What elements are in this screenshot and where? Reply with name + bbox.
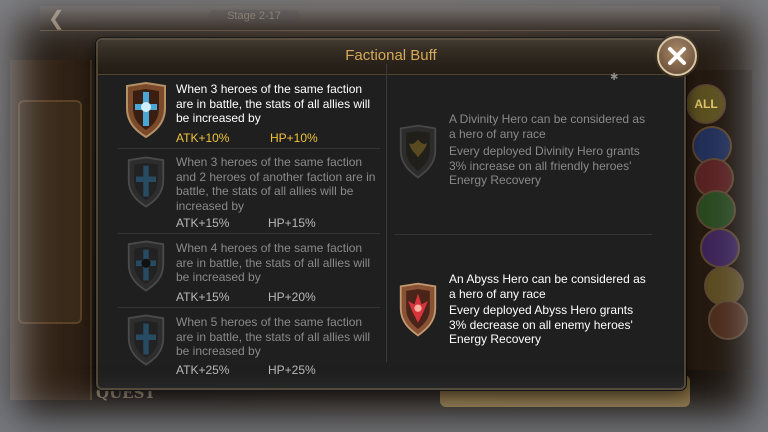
close-x-icon xyxy=(668,47,686,65)
buff-atk-2: ATK+15% xyxy=(176,216,230,230)
buff-hp-4: HP+25% xyxy=(268,363,316,377)
row-divider xyxy=(118,233,380,234)
buff-hp-2: HP+15% xyxy=(268,216,316,230)
left-card xyxy=(18,100,82,324)
abyss-shield-icon xyxy=(398,282,438,343)
back-arrow-icon[interactable]: ❮ xyxy=(48,6,65,31)
shield-cross-penta-icon xyxy=(126,314,166,371)
buff-description-3: When 4 heroes of the same faction are in… xyxy=(176,241,371,284)
buff-description-4: When 5 heroes of the same faction are in… xyxy=(176,315,371,358)
buff-hp-3: HP+20% xyxy=(268,290,316,304)
filter-faction-purple-icon[interactable] xyxy=(700,228,740,268)
buff-description-2: When 3 heroes of the same faction and 2 … xyxy=(176,155,376,213)
buff-hp-1: HP+10% xyxy=(270,131,318,145)
buff-atk-4: ATK+25% xyxy=(176,363,230,377)
top-bar xyxy=(40,6,720,31)
divinity-description: Every deployed Divinity Hero grants 3% i… xyxy=(449,144,640,187)
panel-header: Factional Buff xyxy=(98,40,684,75)
row-divider xyxy=(118,307,380,308)
filter-all-button[interactable]: ALL xyxy=(686,84,726,124)
abyss-description: Every deployed Abyss Hero grants 3% decr… xyxy=(449,303,634,346)
close-button[interactable] xyxy=(657,36,697,76)
filter-faction-dark-icon[interactable] xyxy=(708,300,748,340)
shield-cross-quad-icon xyxy=(126,240,166,297)
divinity-shield-icon xyxy=(398,124,438,185)
row-divider xyxy=(118,148,380,149)
filter-faction-green-icon[interactable] xyxy=(696,190,736,230)
shield-cross-blue-icon xyxy=(124,81,168,143)
buff-atk-3: ATK+15% xyxy=(176,290,230,304)
stage-label: Stage 2-17 xyxy=(208,10,300,24)
abyss-title: An Abyss Hero can be considered as a her… xyxy=(449,272,646,301)
filter-all-label: ALL xyxy=(694,97,718,111)
shield-cross-dual-icon xyxy=(126,156,166,213)
column-divider xyxy=(386,64,387,362)
buff-atk-1: ATK+10% xyxy=(176,131,230,145)
buff-description-1: When 3 heroes of the same faction are in… xyxy=(176,82,371,125)
panel-title: Factional Buff xyxy=(345,47,437,64)
divinity-title: A Divinity Hero can be considered as a h… xyxy=(449,112,646,141)
sparkle-icon: ✱ xyxy=(610,72,619,83)
row-divider xyxy=(394,234,652,235)
